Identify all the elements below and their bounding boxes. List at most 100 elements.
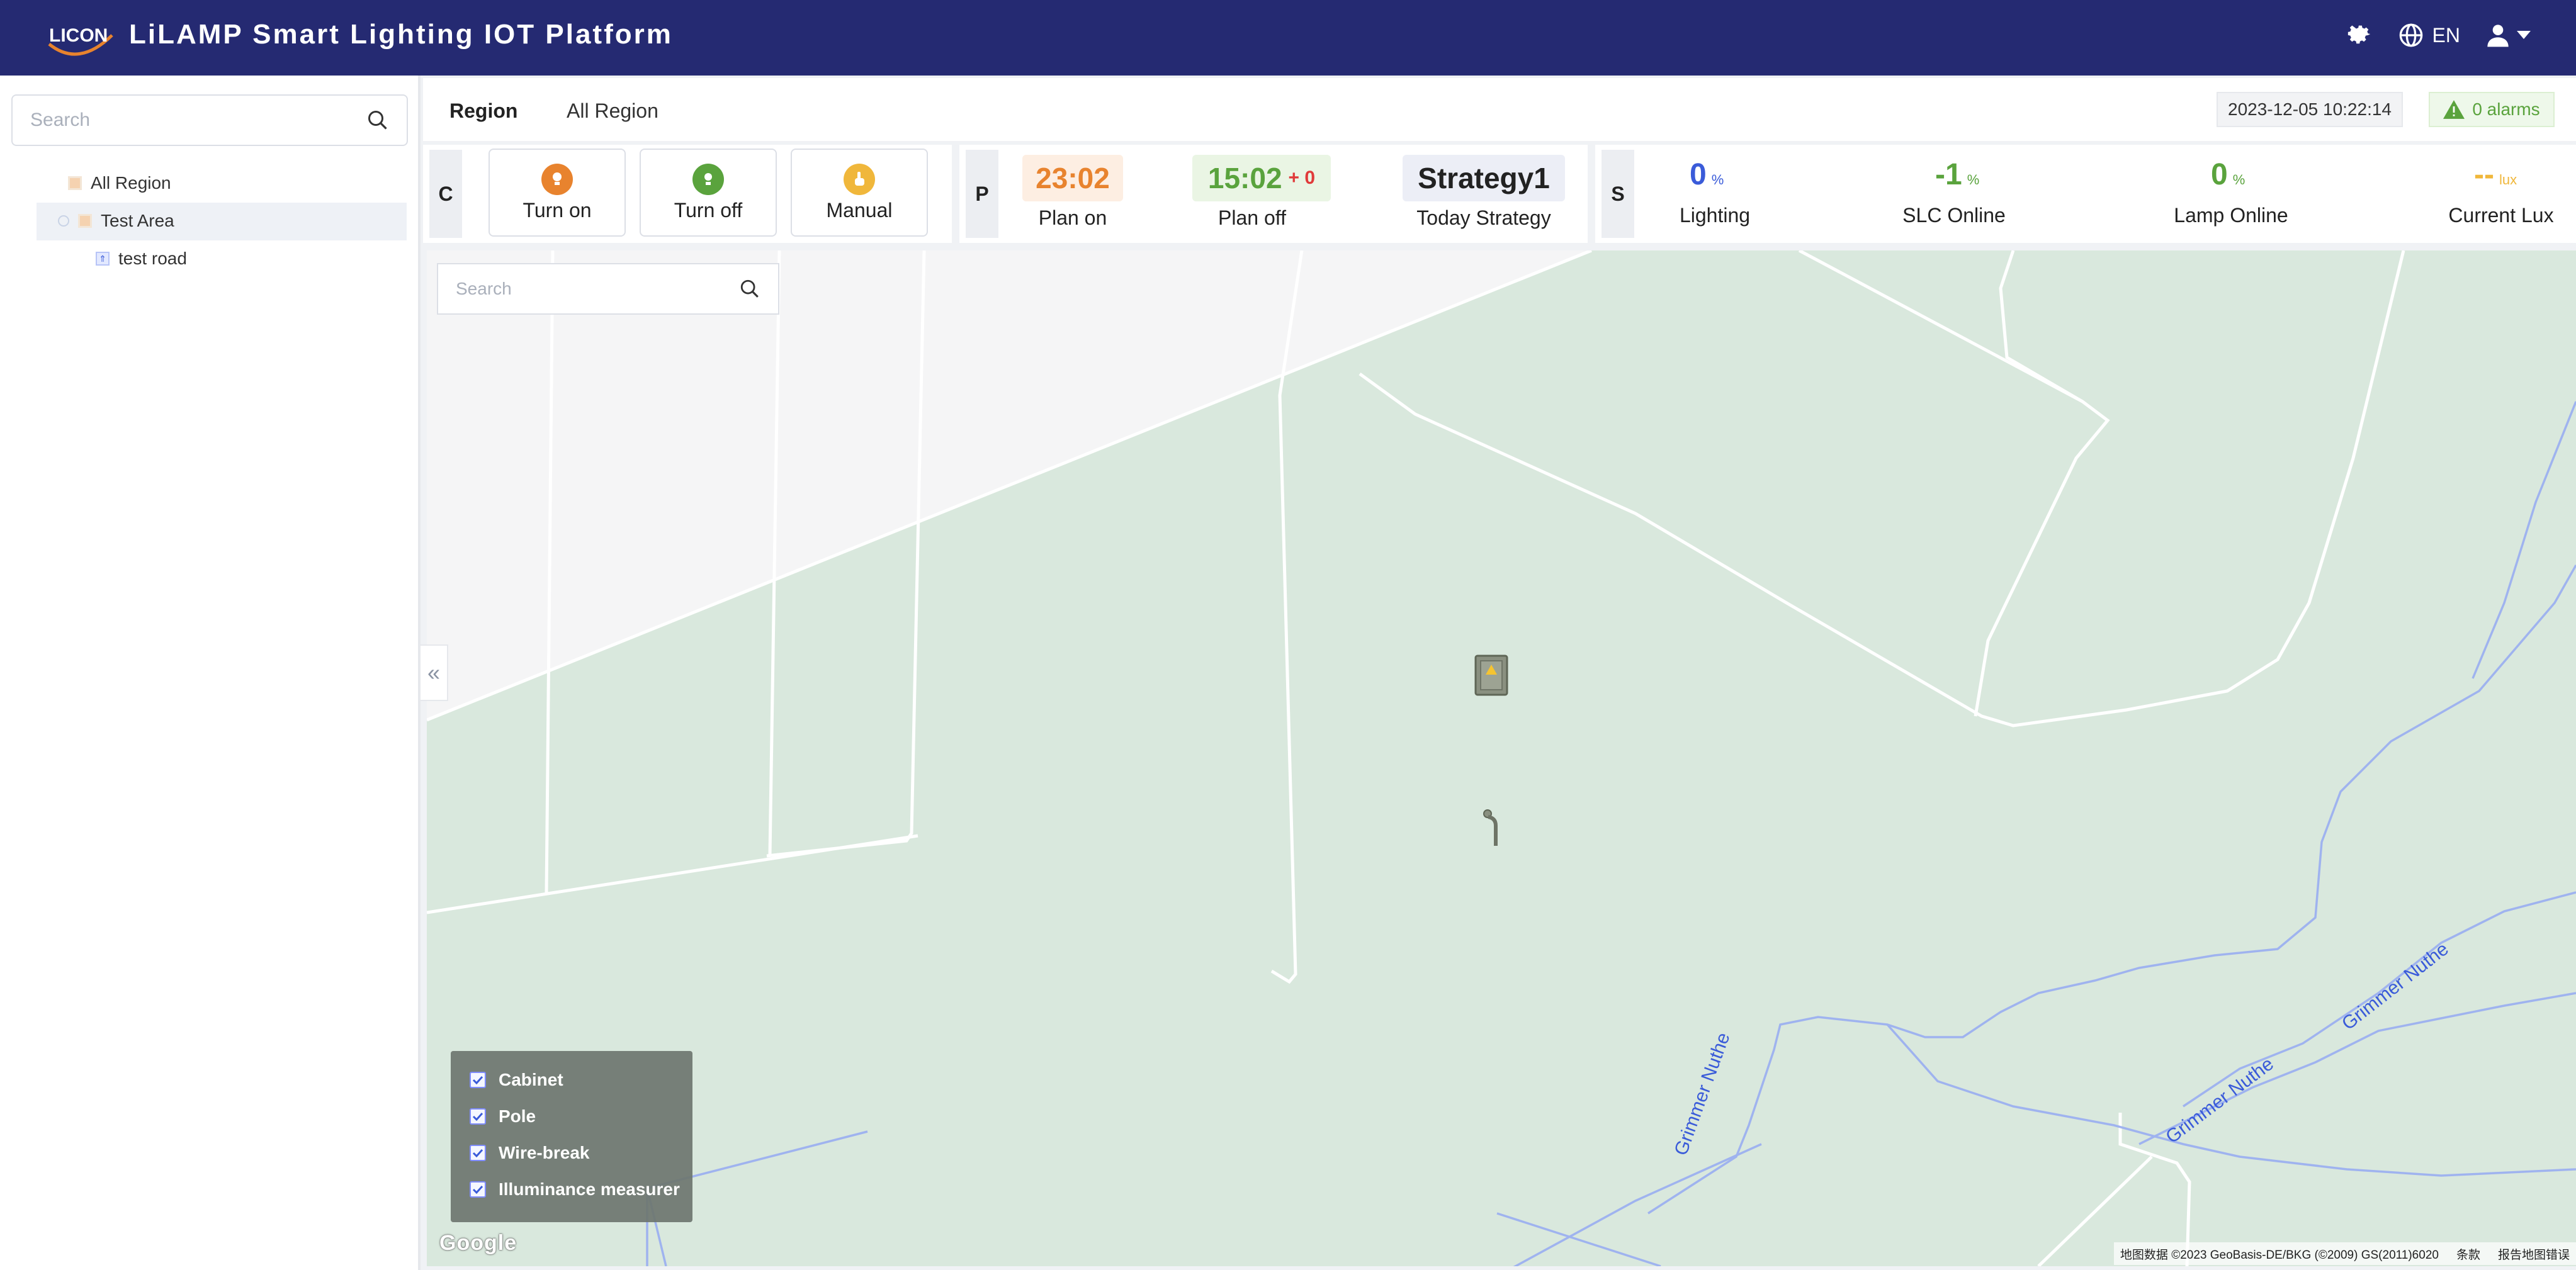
licon-logo: LICON: [48, 25, 113, 56]
tree-item-test-area[interactable]: Test Area: [58, 203, 174, 239]
lighting-value: 0 %: [1690, 157, 1724, 192]
layer-illuminance-measurer[interactable]: Illuminance measurer: [470, 1179, 680, 1200]
current-lux-unit: lux: [2499, 172, 2517, 188]
strategy-label: Today Strategy: [1416, 206, 1551, 229]
lamp-online-value: 0 %: [2211, 157, 2245, 192]
region-value[interactable]: All Region: [567, 99, 658, 123]
lighting-label: Lighting: [1679, 204, 1751, 227]
breadcrumb-bar: Region All Region 2023-12-05 10:22:14 0 …: [423, 78, 2576, 141]
control-tag: C: [429, 150, 462, 238]
turn-on-label: Turn on: [523, 198, 592, 222]
hand-pointer-icon: [844, 163, 875, 195]
current-lux-number: --: [2474, 158, 2494, 191]
map-attribution: 地图数据 ©2023 GeoBasis-DE/BKG (©2009) GS(20…: [2113, 1242, 2576, 1265]
checkbox[interactable]: [470, 1072, 486, 1088]
river: [646, 401, 2576, 1266]
plan-on-label: Plan on: [1038, 206, 1107, 229]
lighting-unit: %: [1711, 172, 1724, 188]
map-search-placeholder: Search: [456, 279, 512, 298]
manual-label: Manual: [826, 198, 893, 222]
tree-item-test-road[interactable]: ⇑ test road: [96, 240, 187, 277]
svg-text:LICON: LICON: [49, 25, 108, 46]
stats-tag: S: [1602, 150, 1634, 238]
layer-toggle-panel: Cabinet Pole Wire-break Illuminance meas…: [451, 1051, 692, 1222]
bulb-on-icon: [541, 163, 573, 195]
map-roads: Grimmer Nuthe Grimmer Nuthe Grimmer Nuth…: [427, 250, 2576, 1266]
map-search-input[interactable]: Search: [437, 263, 779, 315]
layer-label: Pole: [499, 1106, 536, 1126]
turn-off-button[interactable]: Turn off: [640, 149, 777, 237]
river-label: Grimmer Nuthe: [1671, 1030, 1734, 1158]
turn-off-label: Turn off: [674, 198, 743, 222]
search-icon[interactable]: [739, 278, 760, 300]
cabinet-marker-icon[interactable]: [1472, 653, 1511, 697]
lamp-online-label: Lamp Online: [2174, 204, 2288, 227]
google-logo[interactable]: Google: [439, 1231, 517, 1256]
tree-item-label: Test Area: [101, 211, 174, 230]
layer-label: Cabinet: [499, 1070, 563, 1089]
plan-on-time: 23:02: [1022, 155, 1123, 201]
layer-pole[interactable]: Pole: [470, 1106, 536, 1127]
pole-marker-icon[interactable]: [1479, 808, 1505, 850]
layer-label: Illuminance measurer: [499, 1179, 680, 1199]
plan-panel: P 23:02 Plan on 15:02 + 0 Plan off Strat…: [959, 145, 1588, 243]
tree-item-label: test road: [118, 249, 187, 268]
layer-label: Wire-break: [499, 1143, 590, 1162]
tree-item-all-region[interactable]: All Region: [68, 165, 171, 201]
lamp-online-unit: %: [2232, 172, 2246, 188]
double-chevron-left-icon: «: [427, 660, 441, 685]
warning-icon: [2443, 100, 2465, 119]
road-icon: ⇑: [96, 252, 110, 266]
checkbox[interactable]: [470, 1108, 486, 1125]
datetime-display: 2023-12-05 10:22:14: [2217, 92, 2403, 127]
slc-online-value: -1 %: [1935, 157, 1979, 192]
sidebar-search-placeholder: Search: [30, 110, 91, 130]
top-bar: LICON LiLAMP Smart Lighting IOT Platform…: [0, 0, 2576, 76]
sidebar-search-input[interactable]: Search: [11, 94, 408, 146]
alarms-badge[interactable]: 0 alarms: [2429, 92, 2555, 127]
sidebar-collapse-button[interactable]: «: [419, 644, 448, 701]
manual-button[interactable]: Manual: [791, 149, 928, 237]
slc-online-unit: %: [1967, 172, 1980, 188]
checkbox[interactable]: [470, 1181, 486, 1198]
sidebar: Search All Region Test Area ⇑ test road: [0, 76, 421, 1270]
plan-off-time: 15:02: [1207, 162, 1282, 194]
language-selector[interactable]: EN: [2398, 23, 2460, 48]
plan-tag: P: [966, 150, 998, 238]
caret-down-icon: [2517, 31, 2531, 39]
region-label: Region: [449, 99, 518, 122]
user-menu[interactable]: [2485, 23, 2531, 48]
control-panel: C Turn on Turn off Manual: [423, 145, 952, 243]
attribution-text: 地图数据 ©2023 GeoBasis-DE/BKG (©2009) GS(20…: [2120, 1248, 2439, 1262]
current-lux-value: -- lux: [2474, 157, 2517, 192]
user-icon: [2487, 25, 2509, 47]
layer-cabinet[interactable]: Cabinet: [470, 1070, 563, 1090]
top-right-controls: EN: [2346, 19, 2531, 52]
plan-off-box: 15:02 + 0: [1192, 155, 1331, 201]
checkbox[interactable]: [470, 1145, 486, 1161]
bulb-off-icon: [692, 163, 724, 195]
slc-online-number: -1: [1935, 158, 1962, 191]
current-lux-label: Current Lux: [2448, 204, 2554, 227]
folder-icon: [78, 214, 92, 228]
map-canvas[interactable]: Grimmer Nuthe Grimmer Nuthe Grimmer Nuth…: [427, 250, 2576, 1266]
tree-item-label: All Region: [91, 173, 171, 193]
alarms-count: 0 alarms: [2472, 99, 2540, 119]
lamp-online-number: 0: [2211, 158, 2228, 191]
strategy-name[interactable]: Strategy1: [1403, 155, 1565, 201]
folder-icon: [68, 176, 82, 190]
report-error-link[interactable]: 报告地图错误: [2498, 1245, 2570, 1262]
globe-icon: [2399, 23, 2422, 47]
gear-icon[interactable]: [2346, 19, 2373, 52]
language-label: EN: [2432, 23, 2460, 47]
lighting-number: 0: [1690, 158, 1707, 191]
plan-off-offset: + 0: [1288, 167, 1316, 188]
turn-on-button[interactable]: Turn on: [489, 149, 626, 237]
stats-panel: S 0 % Lighting -1 % SLC Online 0 % Lamp …: [1595, 145, 2576, 243]
app-title: LiLAMP Smart Lighting IOT Platform: [129, 19, 673, 50]
river-label: Grimmer Nuthe: [2162, 1054, 2278, 1148]
layer-wire-break[interactable]: Wire-break: [470, 1143, 589, 1163]
terms-link[interactable]: 条款: [2456, 1245, 2480, 1262]
collapse-icon[interactable]: [58, 215, 69, 227]
search-icon[interactable]: [366, 109, 389, 132]
